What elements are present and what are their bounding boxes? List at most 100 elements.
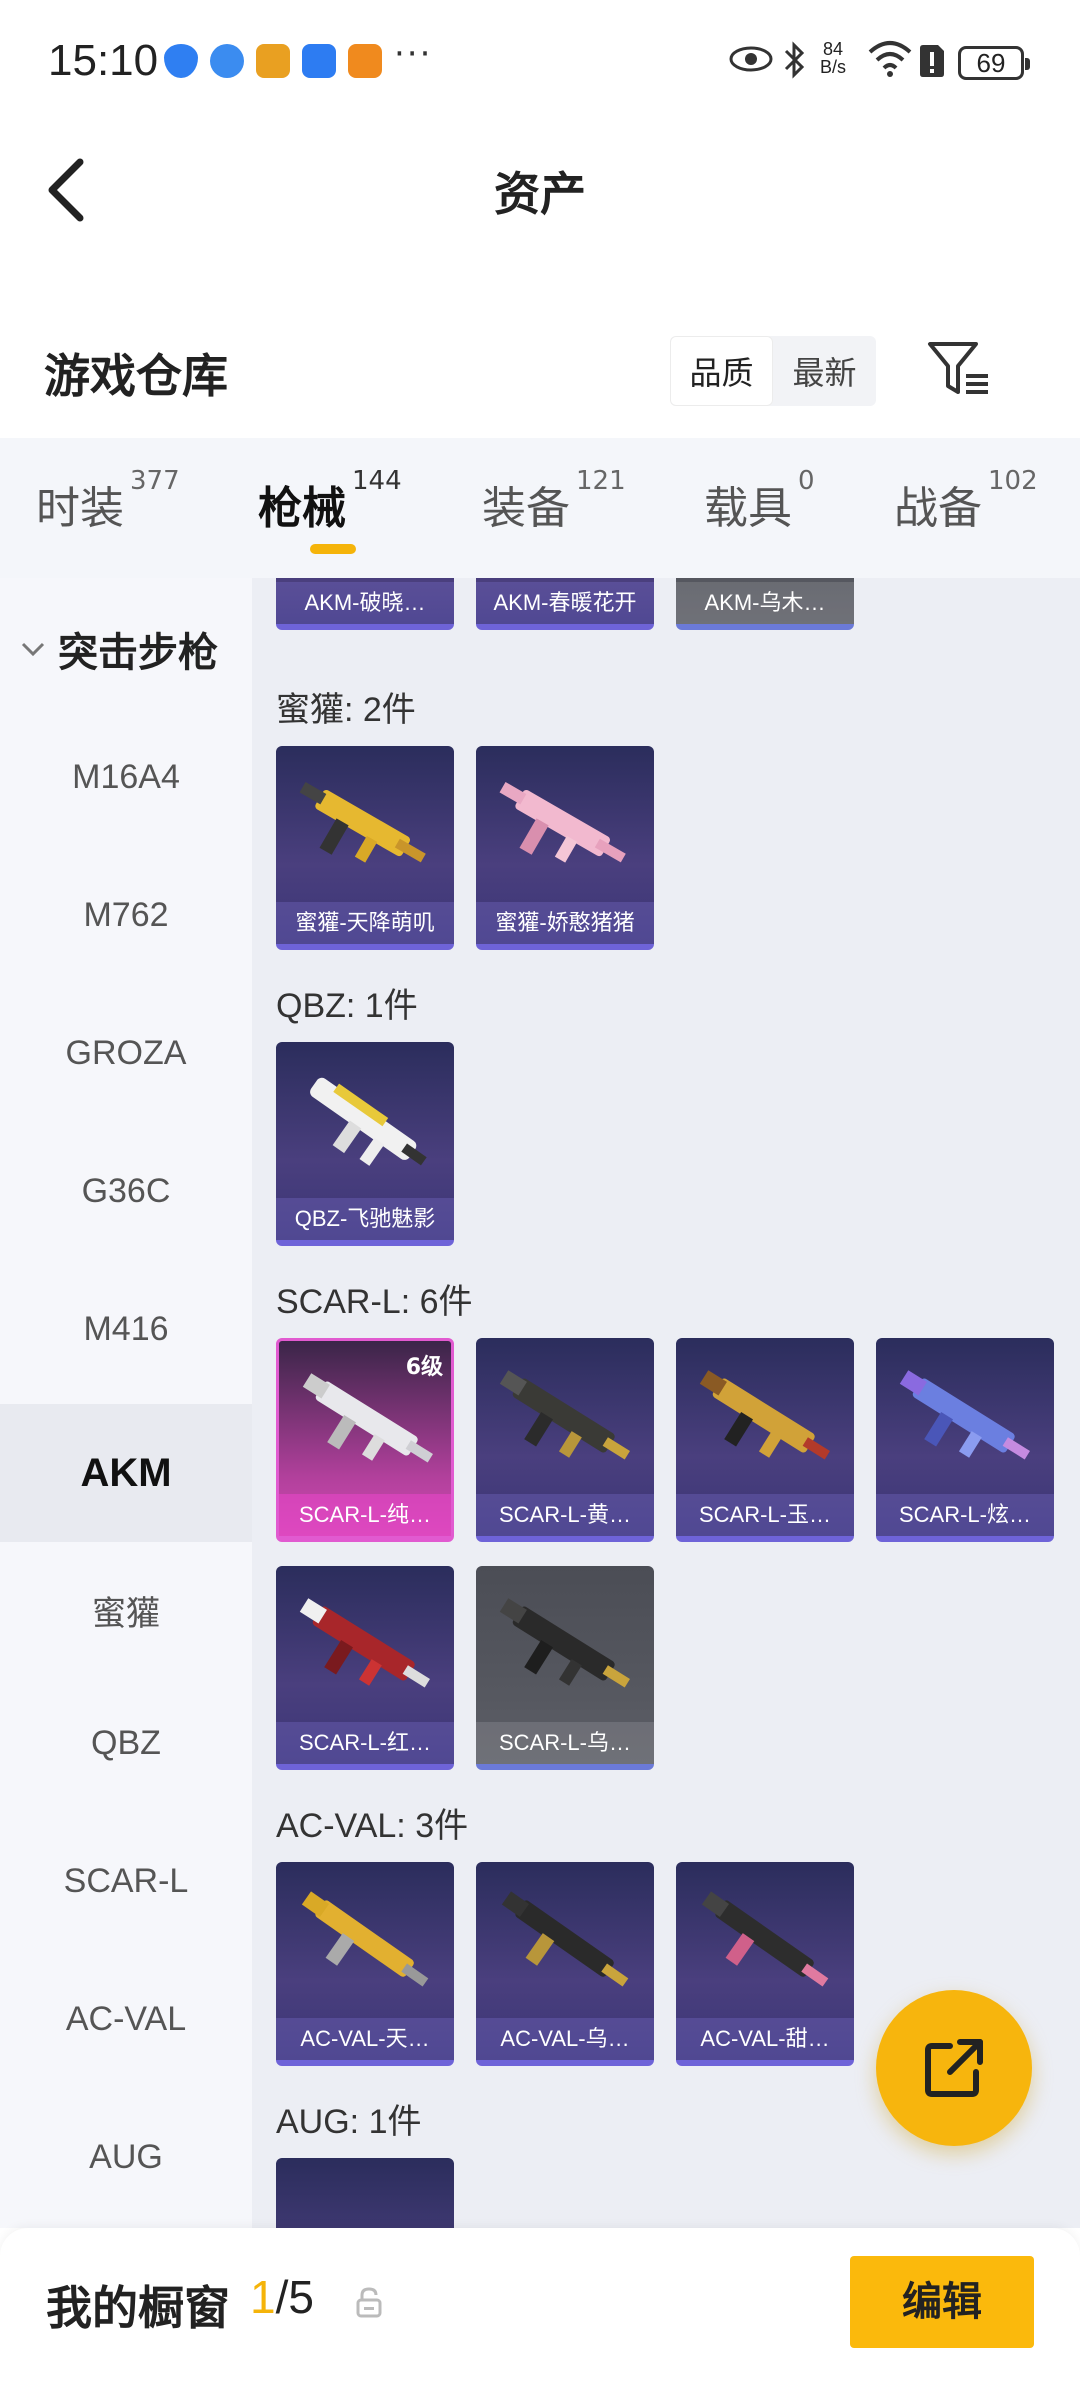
skin-name: SCAR-L-黄… (476, 1494, 654, 1536)
skin-card[interactable]: AC-VAL-乌… (476, 1862, 654, 2066)
sidebar-item-g36c[interactable]: G36C (0, 1172, 252, 1211)
group-title: AC-VAL: 3件 (276, 1807, 469, 1845)
sim-alert-icon (920, 45, 944, 77)
chevron-down-icon (21, 642, 45, 657)
sidebar-item-ac-val[interactable]: AC-VAL (0, 2000, 252, 2039)
tab-count: 377 (130, 466, 180, 496)
skin-card[interactable] (276, 2158, 454, 2228)
skin-card[interactable]: SCAR-L-玉… (676, 1338, 854, 1542)
skin-name: 蜜獾-天降萌叽 (276, 902, 454, 944)
sidebar-category-assault-rifles[interactable]: 突击步枪 (18, 620, 218, 678)
tab-supplies[interactable]: 战备102 (894, 466, 1038, 536)
status-bar: 15:10 ··· 84 B/s 69 (0, 0, 1080, 120)
weapon-image (302, 1373, 433, 1463)
skin-name: SCAR-L-红… (276, 1722, 454, 1764)
skin-name: AC-VAL-甜… (676, 2018, 854, 2060)
weapon-image (310, 1077, 427, 1166)
weapon-image (699, 1370, 830, 1460)
skin-name: AC-VAL-天… (276, 2018, 454, 2060)
skin-card[interactable]: SCAR-L-红… (276, 1566, 454, 1770)
group-title: QBZ: 1件 (276, 987, 418, 1025)
weapon-image (499, 1598, 630, 1688)
group-title: AUG: 1件 (276, 2103, 422, 2141)
eye-icon (729, 46, 773, 72)
skin-name: AKM-春暖花开 (476, 582, 654, 624)
sidebar-item-groza[interactable]: GROZA (0, 1034, 252, 1073)
page-title: 资产 (494, 167, 586, 221)
skin-name: QBZ-飞驰魅影 (276, 1198, 454, 1240)
game-app-icon (256, 44, 290, 78)
skin-card[interactable]: AC-VAL-甜… (676, 1862, 854, 2066)
tab-label: 装备 (482, 483, 570, 534)
sidebar-category-label: 突击步枪 (58, 630, 218, 676)
edit-button[interactable]: 编辑 (850, 2256, 1034, 2348)
skin-card[interactable]: QBZ-飞驰魅影 (276, 1042, 454, 1246)
shield-app-icon (164, 44, 198, 78)
skin-card[interactable]: SCAR-L-黄… (476, 1338, 654, 1542)
skin-name: 蜜獾-娇憨猪猪 (476, 902, 654, 944)
skin-card[interactable]: 6级 SCAR-L-纯… (276, 1338, 454, 1542)
skin-name: AKM-破晓… (276, 582, 454, 624)
showcase-bar: 我的橱窗 1/5 编辑 (0, 2228, 1080, 2382)
share-fab[interactable] (876, 1990, 1032, 2146)
wifi-icon (868, 41, 912, 77)
tab-label: 枪械 (258, 483, 346, 534)
skin-card[interactable]: AKM-破晓… (276, 578, 454, 630)
status-time: 15:10 (48, 36, 159, 85)
tab-count: 144 (352, 466, 402, 496)
skin-grid: AKM-破晓… AKM-春暖花开 AKM-乌木… 蜜獾: 2件 蜜獾-天降萌叽 … (252, 578, 1080, 2228)
sidebar-item-m416[interactable]: M416 (0, 1310, 252, 1349)
weapon-image (299, 1598, 430, 1688)
tab-label: 时装 (36, 483, 124, 534)
active-tab-underline (310, 544, 356, 554)
sort-quality-button[interactable]: 品质 (670, 336, 773, 406)
tab-vehicles[interactable]: 载具0 (704, 466, 815, 536)
showcase-title: 我的橱窗 (46, 2281, 230, 2335)
skin-card[interactable]: AKM-春暖花开 (476, 578, 654, 630)
skin-name: SCAR-L-炫… (876, 1494, 1054, 1536)
lock-icon (356, 2287, 382, 2318)
sort-newest-button[interactable]: 最新 (773, 336, 876, 406)
weapon-image (499, 1370, 630, 1460)
filter-icon[interactable] (926, 340, 992, 398)
skin-card[interactable]: AKM-乌木… (676, 578, 854, 630)
weapon-image (899, 1370, 1030, 1460)
weapon-image (499, 781, 626, 863)
sidebar-item-qbz[interactable]: QBZ (0, 1724, 252, 1763)
network-speed: 84 B/s (820, 40, 846, 76)
skin-card[interactable]: AC-VAL-天… (276, 1862, 454, 2066)
category-tabs: 时装377 枪械144 装备121 载具0 战备102 (0, 438, 1080, 578)
skin-name: SCAR-L-玉… (676, 1494, 854, 1536)
tab-count: 121 (576, 466, 626, 496)
tab-firearms[interactable]: 枪械144 (258, 466, 402, 536)
skin-card[interactable]: 蜜獾-娇憨猪猪 (476, 746, 654, 950)
battery-indicator: 69 (958, 46, 1030, 80)
skin-name: AC-VAL-乌… (476, 2018, 654, 2060)
group-title: 蜜獾: 2件 (276, 691, 416, 729)
tab-outfits[interactable]: 时装377 (36, 466, 180, 536)
network-speed-unit: B/s (820, 57, 847, 77)
weapon-image (701, 1891, 829, 1987)
group-title: SCAR-L: 6件 (276, 1283, 473, 1321)
sidebar-item-honey-badger[interactable]: 蜜獾 (0, 1586, 252, 1635)
sidebar-item-m762[interactable]: M762 (0, 896, 252, 935)
skin-name: AKM-乌木… (676, 582, 854, 624)
sidebar-item-scar-l[interactable]: SCAR-L (0, 1862, 252, 1901)
sidebar-item-aug[interactable]: AUG (0, 2138, 252, 2177)
weapon-image (501, 1891, 629, 1987)
tab-equipment[interactable]: 装备121 (482, 466, 626, 536)
skin-name: SCAR-L-纯… (279, 1494, 451, 1536)
skin-card[interactable]: SCAR-L-炫… (876, 1338, 1054, 1542)
tab-count: 0 (798, 466, 815, 496)
skin-card[interactable]: 蜜獾-天降萌叽 (276, 746, 454, 950)
tab-label: 载具 (704, 483, 792, 534)
skin-card[interactable]: SCAR-L-乌… (476, 1566, 654, 1770)
sort-segmented-control: 品质 最新 (670, 336, 876, 406)
tab-label: 战备 (894, 483, 982, 534)
warehouse-title: 游戏仓库 (44, 349, 228, 403)
network-speed-value: 84 (822, 39, 844, 59)
skin-name: SCAR-L-乌… (476, 1722, 654, 1764)
tab-count: 102 (988, 466, 1038, 496)
sidebar-item-akm[interactable]: AKM (0, 1404, 252, 1542)
sidebar-item-m16a4[interactable]: M16A4 (0, 758, 252, 797)
